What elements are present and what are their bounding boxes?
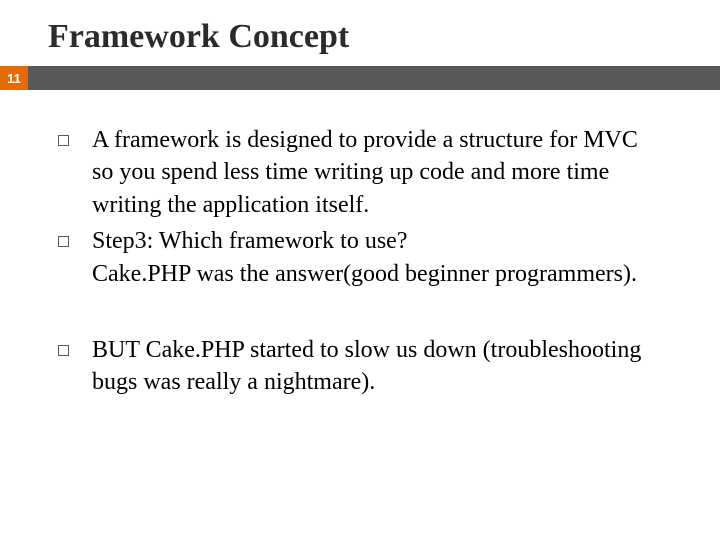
bullet-list: A framework is designed to provide a str…	[80, 124, 664, 290]
bullet-text-line1: Step3: Which framework to use?	[92, 228, 407, 254]
bullet-item: Step3: Which framework to use? Cake.PHP …	[80, 225, 664, 290]
bullet-item: A framework is designed to provide a str…	[80, 124, 664, 221]
spacer	[80, 294, 664, 334]
accent-bar: 11	[0, 66, 720, 90]
bullet-item: BUT Cake.PHP started to slow us down (tr…	[80, 334, 664, 399]
bullet-text: BUT Cake.PHP started to slow us down (tr…	[92, 337, 641, 395]
slide: Framework Concept 11 A framework is desi…	[0, 0, 720, 540]
bullet-text-line2: Cake.PHP was the answer(good beginner pr…	[80, 258, 664, 290]
bullet-list-2: BUT Cake.PHP started to slow us down (tr…	[80, 334, 664, 399]
bullet-text: A framework is designed to provide a str…	[92, 127, 638, 218]
page-number: 11	[0, 66, 28, 90]
content-area: A framework is designed to provide a str…	[0, 90, 720, 399]
slide-title: Framework Concept	[0, 0, 720, 66]
